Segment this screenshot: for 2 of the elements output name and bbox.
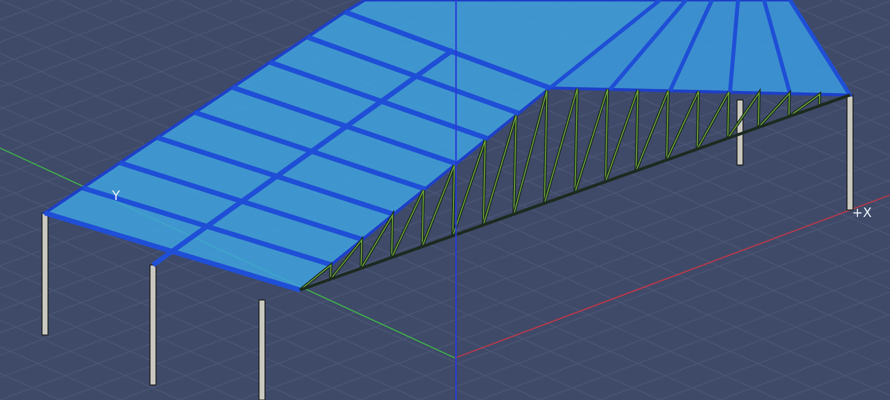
axis-label: +X	[852, 206, 872, 221]
axis-label: Y	[112, 189, 120, 204]
